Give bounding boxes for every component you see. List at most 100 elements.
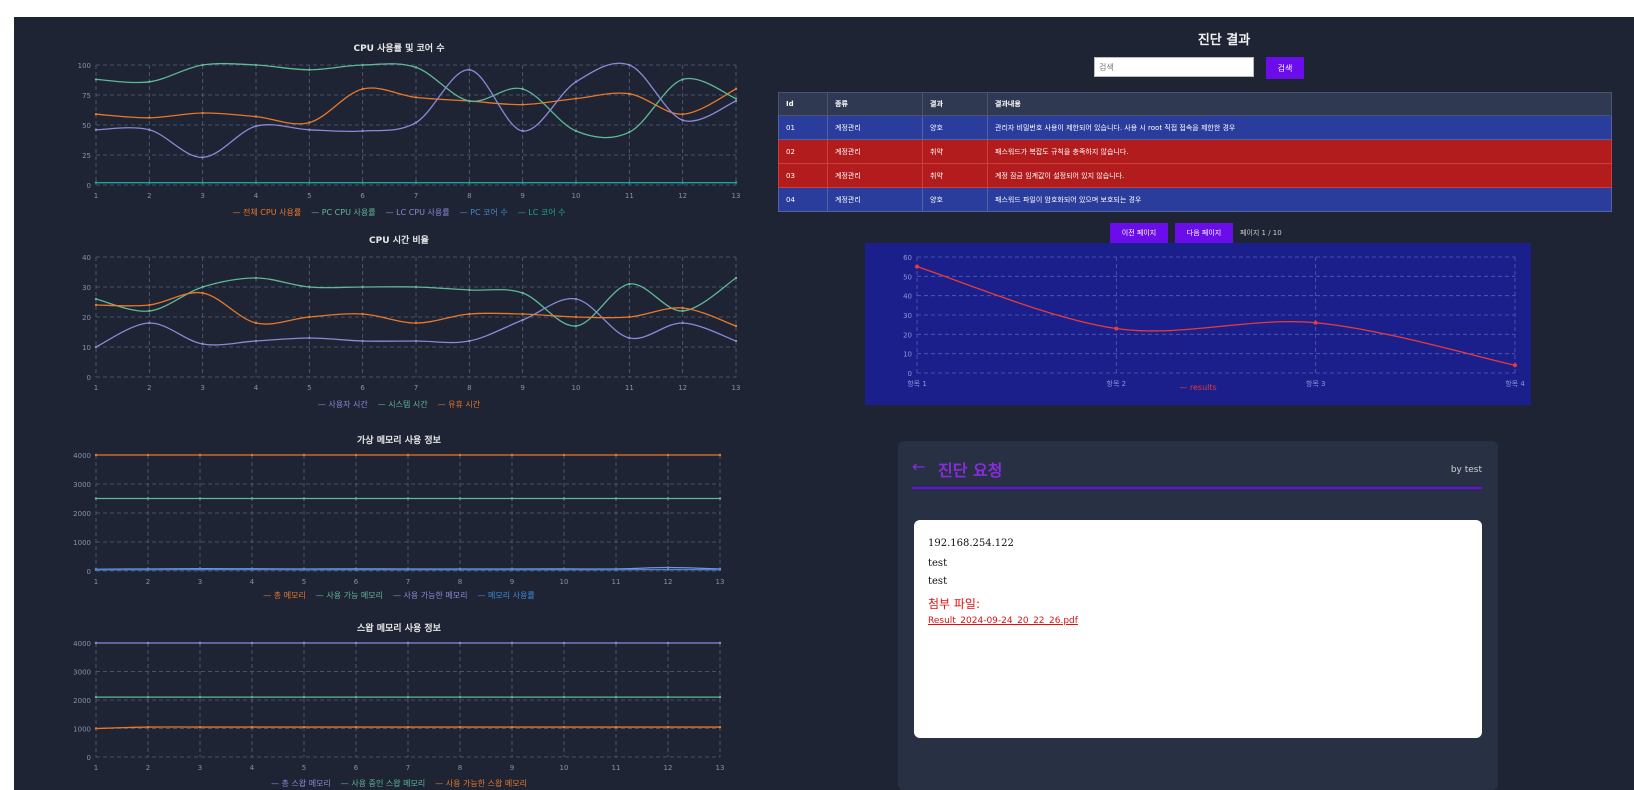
x-tick-label: 8 (467, 192, 471, 200)
data-point (510, 453, 514, 457)
y-tick-label: 30 (82, 284, 91, 292)
x-tick-label: 5 (307, 192, 311, 200)
column-header-detail[interactable]: 결과내용 (987, 92, 1612, 116)
x-tick-label: 7 (414, 384, 418, 392)
x-tick-label: 7 (406, 764, 410, 772)
data-point (361, 312, 364, 316)
table-row[interactable]: 04 계정관리 양호 패스워드 파일이 암호화되어 있으며 보호되는 경우 (778, 187, 1612, 212)
legend-item[interactable]: — 시스템 시간 (378, 400, 428, 409)
data-point (458, 695, 462, 699)
data-point (468, 339, 471, 343)
data-point (614, 568, 618, 571)
data-point (254, 125, 258, 128)
data-point (628, 315, 631, 319)
data-point (521, 103, 524, 106)
data-point (666, 725, 670, 729)
chart-title: 스왑 메모리 사용 정보 (357, 624, 441, 634)
data-point (302, 641, 306, 645)
legend-item[interactable]: — 총 스왑 메모리 (271, 779, 331, 788)
y-tick-label: 3000 (73, 669, 91, 677)
data-point (562, 497, 566, 500)
legend-item[interactable]: — 전체 CPU 사용률 (232, 208, 301, 217)
y-tick-label: 0 (87, 182, 91, 190)
data-point (148, 116, 151, 119)
data-point (414, 285, 418, 289)
data-point (201, 63, 204, 67)
legend-item[interactable]: — PC CPU 사용률 (311, 208, 375, 217)
request-text-line: test (928, 558, 948, 569)
data-point (734, 181, 738, 184)
search-button[interactable]: 검색 (1266, 57, 1304, 79)
chart-plot: 02550751001 2 3 4 5 6 7 8 9 10 11 12 13 (78, 62, 741, 200)
cell-type: 계정관리 (827, 163, 923, 188)
legend-item[interactable]: — LC CPU 사용률 (386, 208, 450, 217)
data-point (406, 453, 410, 457)
next-page-button[interactable]: 다음 페이지 (1175, 223, 1233, 243)
x-tick-label: 13 (716, 578, 725, 586)
cell-detail: 계정 잠금 임계값이 설정되어 있지 않습니다. (987, 163, 1612, 188)
data-point (414, 121, 418, 124)
y-tick-label: 40 (82, 254, 91, 262)
data-point (146, 497, 150, 500)
data-point (521, 87, 524, 91)
data-point (628, 131, 631, 134)
legend-item[interactable]: — 총 메모리 (263, 591, 306, 600)
x-tick-label: 1 (94, 384, 98, 392)
attachment-link[interactable]: Result_2024-09-24_20_22_26.pdf (928, 616, 1078, 626)
data-point (562, 725, 566, 729)
x-tick-label: 6 (360, 192, 365, 200)
legend-item[interactable]: — 메모리 사용률 (477, 591, 534, 600)
data-point (302, 725, 306, 729)
data-point (361, 129, 364, 133)
chart-plot: 0102030405060항목 1 항목 2 항목 3 항목 4 (903, 254, 1525, 388)
legend-item[interactable]: — 사용 가능한 스왑 메모리 (435, 779, 527, 788)
legend-item[interactable]: — 사용 중인 스왑 메모리 (341, 779, 425, 788)
data-point (510, 641, 514, 645)
data-point (308, 121, 311, 124)
y-tick-label: 0 (87, 374, 91, 382)
data-point (458, 641, 462, 645)
data-point (354, 568, 358, 571)
data-point (458, 497, 462, 500)
x-tick-label: 1 (94, 192, 98, 200)
swap-memory-chart: 스왑 메모리 사용 정보 0 1000 2000 3000 4000 1 2 3 4 5 6 7 8 9 1… (54, 617, 744, 790)
attachment-label: 첨부 파일: (928, 597, 981, 611)
data-point (250, 568, 254, 571)
y-tick-label: 30 (903, 312, 912, 320)
data-point (250, 497, 254, 500)
column-header-id[interactable]: Id (778, 92, 828, 116)
legend-item[interactable]: — 사용 가능 메모리 (316, 591, 383, 600)
legend-item[interactable]: — results (1179, 383, 1216, 392)
chart-title: CPU 사용률 및 코어 수 (353, 44, 445, 54)
back-arrow-icon[interactable]: ← (912, 457, 925, 476)
request-text-line: test (928, 576, 948, 587)
data-point (94, 497, 98, 500)
legend-item[interactable]: — 사용자 시간 (318, 400, 368, 409)
legend-item[interactable]: — PC 코어 수 (460, 208, 508, 217)
column-header-result[interactable]: 결과 (922, 92, 988, 116)
data-point (354, 725, 358, 729)
legend-item[interactable]: — 사용 가능한 메모리 (393, 591, 468, 600)
search-input[interactable] (1094, 57, 1254, 77)
legend-item[interactable]: — LC 코어 수 (518, 208, 566, 217)
x-tick-label: 11 (625, 192, 634, 200)
data-point (510, 497, 514, 500)
data-point (666, 695, 670, 699)
column-header-type[interactable]: 종류 (827, 92, 923, 116)
x-tick-label: 12 (664, 764, 673, 772)
data-point (521, 181, 524, 184)
table-row[interactable]: 03 계정관리 취약 계정 잠금 임계값이 설정되어 있지 않습니다. (778, 163, 1612, 188)
data-point (718, 568, 722, 571)
data-point (414, 321, 418, 325)
cell-detail: 관리자 비밀번호 사용이 제한되어 있습니다. 사용 시 root 직접 접속을… (987, 115, 1612, 140)
y-tick-label: 4000 (73, 452, 91, 460)
table-row[interactable]: 02 계정관리 취약 패스워드가 복잡도 규칙을 충족하지 않습니다. (778, 139, 1612, 164)
data-point (574, 129, 578, 133)
y-tick-label: 100 (78, 62, 91, 70)
data-point (406, 497, 410, 500)
prev-page-button[interactable]: 이전 페이지 (1110, 223, 1168, 243)
data-point (562, 568, 566, 571)
legend-item[interactable]: — 유휴 시간 (438, 400, 481, 409)
table-row[interactable]: 01 계정관리 양호 관리자 비밀번호 사용이 제한되어 있습니다. 사용 시 … (778, 115, 1612, 140)
x-tick-label: 5 (302, 764, 306, 772)
